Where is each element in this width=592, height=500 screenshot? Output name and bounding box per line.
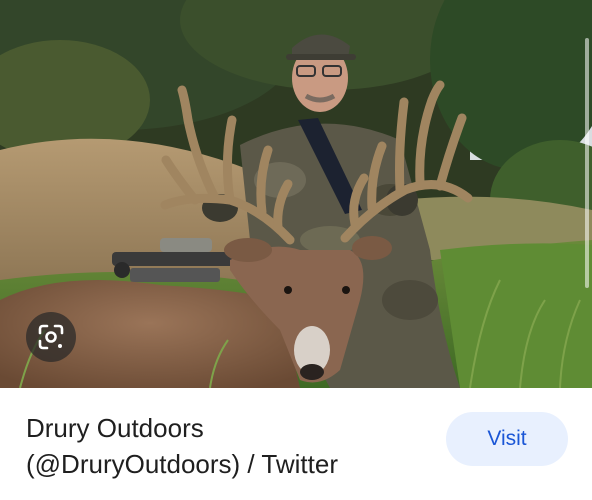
visit-button[interactable]: Visit [446, 412, 568, 466]
google-lens-button[interactable] [26, 312, 76, 362]
result-title[interactable]: Drury Outdoors (@DruryOutdoors) / Twitte… [26, 410, 426, 482]
result-title-line-1: Drury Outdoors [26, 413, 204, 443]
result-image[interactable] [0, 0, 592, 388]
result-title-line-2: (@DruryOutdoors) / Twitter [26, 449, 338, 479]
google-lens-icon [38, 324, 64, 350]
scrollbar[interactable] [585, 38, 589, 288]
